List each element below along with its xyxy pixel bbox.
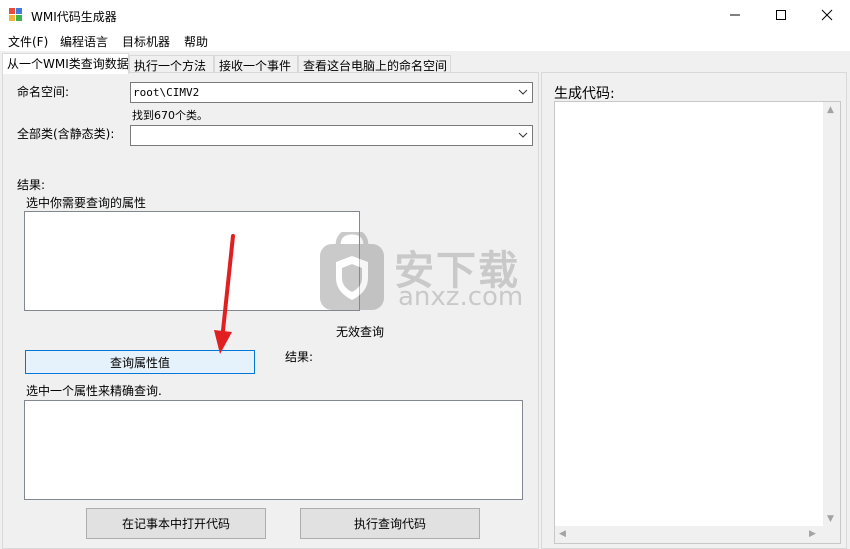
red-arrow-annotation [214, 234, 235, 354]
class-label: 全部类(含静态类): [17, 127, 115, 141]
tab-query-wmi-class[interactable]: 从一个WMI类查询数据 [2, 53, 129, 74]
close-button[interactable] [804, 0, 850, 30]
namespace-label: 命名空间: [17, 85, 70, 99]
close-icon [821, 9, 833, 21]
scroll-up-icon[interactable]: ▲ [827, 105, 834, 115]
watermark-domain: anxz.com [398, 282, 524, 312]
shield-bag-icon [320, 232, 384, 310]
tab-receive-event[interactable]: 接收一个事件 [214, 55, 298, 73]
menu-target-machine[interactable]: 目标机器 [122, 33, 170, 50]
maximize-button[interactable] [758, 0, 804, 30]
invalid-query-text: 无效查询 [336, 325, 385, 339]
single-property-listbox[interactable] [24, 400, 523, 500]
menu-bar: 文件(F) 编程语言 目标机器 帮助 [0, 30, 850, 51]
properties-listbox[interactable] [24, 211, 360, 311]
select-properties-label: 选中你需要查询的属性 [26, 196, 147, 210]
scroll-left-icon[interactable]: ◀ [559, 529, 566, 539]
horizontal-scrollbar[interactable]: ◀ ▶ [555, 526, 840, 543]
chevron-down-icon [518, 132, 528, 138]
found-classes-text: 找到670个类。 [132, 109, 208, 122]
vertical-scrollbar[interactable]: ▲ ▼ [823, 102, 840, 527]
minimize-button[interactable] [712, 0, 758, 30]
menu-help[interactable]: 帮助 [184, 33, 208, 50]
window-title: WMI代码生成器 [31, 10, 117, 24]
app-icon [9, 8, 23, 22]
results2-label: 结果: [285, 350, 314, 364]
execute-query-code-button[interactable]: 执行查询代码 [300, 508, 480, 539]
scroll-down-icon[interactable]: ▼ [827, 514, 834, 524]
watermark-logo: 安下载 anxz.com [316, 232, 536, 314]
scroll-right-icon[interactable]: ▶ [809, 529, 816, 539]
namespace-combo[interactable]: root\CIMV2 [130, 82, 533, 103]
generated-code-title: 生成代码: [554, 86, 615, 102]
generated-code-textbox[interactable]: ▲ ▼ ◀ ▶ [554, 101, 841, 544]
minimize-icon [730, 14, 740, 16]
maximize-icon [776, 10, 786, 20]
tab-view-namespaces[interactable]: 查看这台电脑上的命名空间 [298, 55, 451, 73]
results-label: 结果: [17, 178, 46, 192]
tab-execute-method[interactable]: 执行一个方法 [129, 55, 214, 73]
class-combo[interactable] [130, 125, 533, 146]
select-one-property-label: 选中一个属性来精确查询. [26, 384, 162, 398]
chevron-down-icon [518, 89, 528, 95]
namespace-value: root\CIMV2 [133, 86, 200, 99]
menu-file[interactable]: 文件(F) [8, 33, 48, 50]
generated-code-panel: 生成代码: ▲ ▼ ◀ ▶ [541, 72, 847, 549]
menu-language[interactable]: 编程语言 [60, 33, 108, 50]
open-in-notepad-button[interactable]: 在记事本中打开代码 [86, 508, 266, 539]
title-bar: WMI代码生成器 [0, 0, 850, 30]
